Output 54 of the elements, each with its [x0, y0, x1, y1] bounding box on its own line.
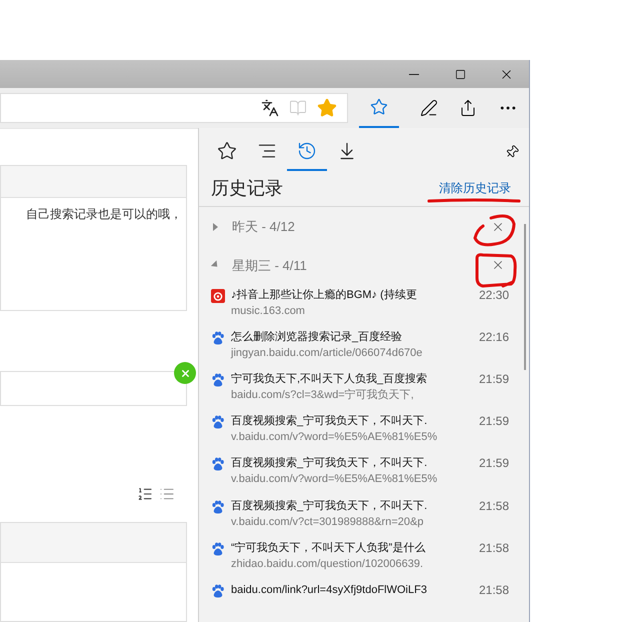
item-url: v.baidu.com/v?word=%E5%AE%81%E5% [231, 430, 438, 446]
group-label[interactable]: 星期三 - 4/11 [232, 256, 491, 276]
item-url: v.baidu.com/v?ct=301989888&rn=20&p [231, 514, 424, 530]
history-item[interactable]: “宁可我负天下，不叫天下人负我”是什么 zhidao.baidu.com/question/102006639. 21:58 [199, 538, 529, 580]
paw-icon [211, 500, 225, 514]
item-time: 21:58 [478, 582, 509, 598]
star-icon [217, 140, 237, 161]
history-item[interactable]: 怎么删除浏览器搜索记录_百度经验 jingyan.baidu.com/article/066074d670e 22:16 [199, 326, 529, 370]
translate-icon[interactable] [261, 99, 279, 117]
input-field[interactable] [0, 371, 187, 406]
item-time: 22:16 [478, 328, 509, 345]
history-item[interactable]: 宁可我负天下,不叫天下人负我_百度搜索 baidu.com/s?cl=3&wd=宁可我负天下, 21:59 [199, 369, 529, 412]
item-url: jingyan.baidu.com/article/066074d670e [231, 346, 424, 361]
history-icon [297, 140, 317, 161]
item-title: 百度视频搜索_宁可我负天下，不叫天下. [231, 414, 428, 430]
item-title: ♪抖音上那些让你上瘾的BGM♪ (持续更 [231, 288, 418, 303]
item-time: 22:30 [478, 286, 509, 303]
paw-icon [211, 457, 225, 472]
star-icon[interactable] [317, 98, 337, 118]
history-item[interactable]: ♪抖音上那些让你上瘾的BGM♪ (持续更 music.163.com 22:30 [199, 284, 529, 327]
history-item[interactable]: 百度视频搜索_宁可我负天下，不叫天下. v.baidu.com/v?ct=301989888&rn=20&p 21:58 [199, 496, 529, 538]
history-item[interactable]: 百度视频搜索_宁可我负天下，不叫天下. v.baidu.com/v?word=%E5%AE%81%E5% 21:59 [199, 411, 529, 454]
group-label[interactable]: 昨天 - 4/12 [232, 216, 491, 236]
pen-icon[interactable] [420, 99, 438, 117]
item-url: baidu.com/s?cl=3&wd=宁可我负天下, [231, 388, 415, 404]
item-url: v.baidu.com/v?word=%E5%AE%81%E5% [231, 472, 438, 488]
item-title: “宁可我负天下，不叫天下人负我”是什么 [231, 540, 426, 556]
item-title: 百度视频搜索_宁可我负天下，不叫天下. [231, 456, 428, 472]
maximize-icon [454, 68, 466, 80]
share-icon[interactable] [459, 99, 478, 117]
ordered-list-icon[interactable] [137, 486, 153, 502]
history-title: 历史记录 [211, 176, 283, 200]
item-url: zhidao.baidu.com/question/102006639. [231, 556, 424, 572]
item-url: music.163.com [231, 304, 306, 319]
item-time: 21:58 [478, 498, 509, 514]
item-time: 21:59 [478, 371, 509, 388]
history-item[interactable]: baidu.com/link?url=4syXfj9tdoFlWOiLF3 21:58 [199, 580, 529, 622]
item-title: 百度视频搜索_宁可我负天下，不叫天下. [231, 498, 428, 514]
paw-icon [211, 415, 225, 430]
history-item[interactable]: 百度视频搜索_宁可我负天下，不叫天下. v.baidu.com/v?word=%E5%AE%81%E5% 21:59 [199, 453, 529, 496]
panel-text: 自己搜索记录也是可以的哦， [26, 206, 183, 223]
caret-icon[interactable] [213, 222, 218, 231]
item-title: 怎么删除浏览器搜索记录_百度经验 [231, 330, 404, 345]
paw-icon [211, 330, 225, 345]
paw-icon [211, 373, 225, 388]
item-title: baidu.com/link?url=4syXfj9tdoFlWOiLF3 [231, 582, 428, 598]
item-time: 21:59 [478, 455, 509, 472]
music-app-icon [211, 288, 225, 303]
paw-icon [211, 584, 225, 598]
item-time: 21:58 [478, 540, 509, 556]
clear-history-link[interactable]: 清除历史记录 [439, 179, 511, 198]
item-title: 宁可我负天下,不叫天下人负我_百度搜索 [231, 372, 428, 388]
item-time: 21:59 [478, 413, 509, 430]
paw-icon [211, 542, 225, 556]
